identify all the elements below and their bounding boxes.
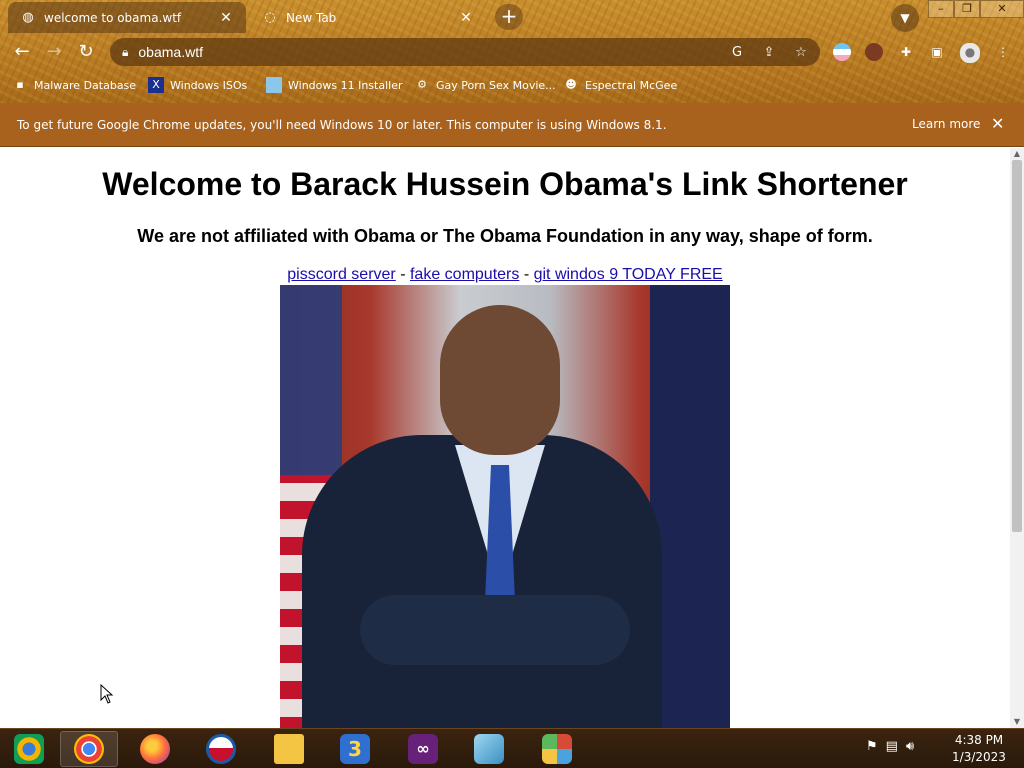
infobar-close-icon[interactable]: ✕ [991, 114, 1004, 133]
close-tab-icon[interactable]: ✕ [218, 10, 234, 26]
side-panel-icon[interactable]: ▣ [928, 43, 946, 61]
taskbar-obama-app[interactable] [192, 731, 250, 767]
x-icon: X [148, 77, 164, 93]
clock-time: 4:38 PM [954, 733, 1004, 747]
profile-extension-avatar-icon[interactable] [865, 43, 883, 61]
page-heading: Welcome to Barack Hussein Obama's Link S… [102, 166, 908, 202]
close-tab-icon[interactable]: ✕ [458, 10, 474, 26]
forward-arrow-icon[interactable]: → [42, 40, 66, 64]
bookmark-malware-database[interactable]: ▪ Malware Database [12, 75, 136, 95]
person-head [440, 305, 560, 455]
update-infobar: To get future Google Chrome updates, you… [0, 103, 1024, 147]
bookmark-label: Malware Database [34, 78, 137, 92]
clock-date: 1/3/2023 [952, 750, 1006, 764]
portrait-photo [280, 285, 730, 728]
obama-logo-icon [206, 734, 236, 764]
system-tray: ⚑ ▤ 🔊︎ [866, 739, 914, 754]
action-center-flag-icon[interactable]: ⚑ [866, 739, 878, 754]
bookmarks-bar: ▪ Malware Database X Windows ISOs Window… [0, 70, 1024, 100]
bookmark-star-icon[interactable]: ☆ [792, 44, 810, 62]
mouse-cursor-icon [100, 684, 114, 704]
scroll-up-arrow-icon[interactable]: ▲ [1010, 148, 1024, 160]
address-bar[interactable]: 🔒︎ obama.wtf G ⇪ ☆ [110, 38, 820, 66]
toolbar: ← → ↻ 🔒︎ obama.wtf G ⇪ ☆ ✚ ▣ ● ⋮ [0, 34, 1024, 70]
minimize-button[interactable]: – [928, 0, 954, 18]
window-close-button[interactable]: ✕ [980, 0, 1024, 18]
share-icon[interactable]: ⇪ [760, 44, 778, 62]
reload-icon[interactable]: ↻ [74, 40, 98, 64]
avatar-icon: ☻ [565, 78, 577, 91]
bookmark-espectral-mcgee[interactable]: ☻ Espectral McGee [563, 75, 677, 95]
app-3-icon: 3 [340, 734, 370, 764]
url-text[interactable]: obama.wtf [138, 44, 203, 60]
new-tab-button[interactable]: + [495, 4, 523, 30]
link-separator: - [395, 266, 410, 283]
bookmark-windows-11-installer[interactable]: Windows 11 Installer [266, 75, 403, 95]
browser-chrome: ◍ welcome to obama.wtf ✕ ◌ New Tab ✕ + ▼… [0, 0, 1024, 103]
taskbar-chrome-canary[interactable] [0, 731, 58, 767]
puzzle-extensions-icon[interactable]: ✚ [897, 43, 915, 61]
learn-more-link[interactable]: Learn more [912, 117, 980, 131]
network-icon[interactable]: ▤ [886, 739, 898, 754]
taskbar-windows-tiles[interactable] [528, 731, 586, 767]
link-git-windos-9[interactable]: git windos 9 TODAY FREE [534, 266, 723, 283]
notepad-icon [474, 734, 504, 764]
tiles-icon [542, 734, 572, 764]
tab-welcome[interactable]: ◍ welcome to obama.wtf ✕ [8, 2, 246, 33]
taskbar: 3 ∞ ⚑ ▤ 🔊︎ 4:38 PM 1/3/2023 [0, 728, 1024, 768]
extension-flag-icon[interactable] [833, 43, 851, 61]
page-subheading: We are not affiliated with Obama or The … [137, 226, 873, 246]
visual-studio-icon: ∞ [408, 734, 438, 764]
tab-strip: ◍ welcome to obama.wtf ✕ ◌ New Tab ✕ + ▼… [0, 0, 1024, 34]
folder-icon [274, 734, 304, 764]
globe-icon: ◍ [22, 10, 34, 25]
back-arrow-icon[interactable]: ← [10, 40, 34, 64]
window-controls: – ❐ ✕ [928, 0, 1024, 18]
profile-avatar-icon[interactable]: ● [960, 43, 980, 63]
firefox-icon [140, 734, 170, 764]
bookmark-label: Windows ISOs [170, 78, 248, 92]
taskbar-visual-studio[interactable]: ∞ [394, 731, 452, 767]
bookmark-label: Gay Porn Sex Movie... [436, 78, 556, 92]
tab-title: New Tab [286, 10, 337, 25]
link-row: pisscord server - fake computers - git w… [0, 266, 1010, 284]
chrome-icon [74, 734, 104, 764]
scroll-down-arrow-icon[interactable]: ▼ [1010, 716, 1024, 728]
crossed-arms [360, 595, 630, 665]
taskbar-app-3[interactable]: 3 [326, 731, 384, 767]
link-separator: - [519, 266, 534, 283]
bookmark-label: Windows 11 Installer [288, 78, 403, 92]
page-viewport: Welcome to Barack Hussein Obama's Link S… [0, 148, 1010, 728]
bookmark-windows-isos[interactable]: X Windows ISOs [148, 75, 247, 95]
lock-icon[interactable]: 🔒︎ [122, 45, 128, 60]
bookmark-label: Espectral McGee [585, 78, 678, 92]
chrome-canary-icon [14, 734, 44, 764]
scrollbar-thumb[interactable] [1012, 160, 1022, 532]
flag [650, 285, 730, 728]
volume-icon[interactable]: 🔊︎ [906, 739, 914, 754]
bug-icon: ▪ [16, 78, 24, 91]
taskbar-google-chrome[interactable] [60, 731, 118, 767]
menu-kebab-icon[interactable]: ⋮ [994, 43, 1012, 61]
vertical-scrollbar[interactable]: ▲ ▼ [1010, 148, 1024, 728]
new-tab-favicon-icon: ◌ [264, 10, 276, 25]
taskbar-firefox[interactable] [126, 731, 184, 767]
link-fake-computers[interactable]: fake computers [410, 266, 519, 283]
site-icon: ⚙ [417, 78, 427, 91]
taskbar-notepad[interactable] [460, 731, 518, 767]
google-lens-icon[interactable]: G [728, 44, 746, 62]
tab-search-icon[interactable]: ▼ [891, 4, 919, 32]
taskbar-file-explorer[interactable] [260, 731, 318, 767]
link-pisscord-server[interactable]: pisscord server [287, 266, 395, 283]
tab-new-tab[interactable]: ◌ New Tab ✕ [250, 2, 486, 33]
system-clock[interactable]: 4:38 PM 1/3/2023 [946, 732, 1012, 766]
infobar-message: To get future Google Chrome updates, you… [17, 117, 667, 132]
restore-button[interactable]: ❐ [954, 0, 980, 18]
image-icon [266, 77, 282, 93]
tab-title: welcome to obama.wtf [44, 10, 182, 25]
bookmark-movie-site[interactable]: ⚙ Gay Porn Sex Movie... [414, 75, 556, 95]
